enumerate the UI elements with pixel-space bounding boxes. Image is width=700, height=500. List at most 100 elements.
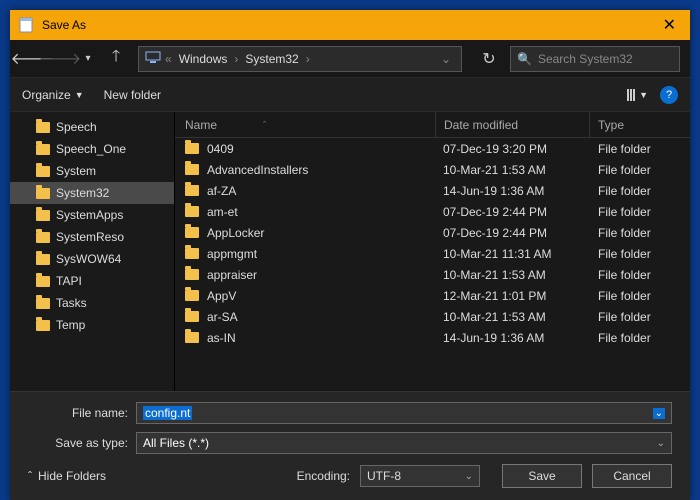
file-row[interactable]: af-ZA 14-Jun-19 1:36 AM File folder (175, 180, 690, 201)
organize-menu[interactable]: Organize▼ (22, 88, 84, 102)
file-type: File folder (598, 205, 651, 219)
folder-tree[interactable]: Speech Speech_One System System32 SystemApps… (10, 112, 175, 391)
folder-icon (185, 185, 199, 196)
folder-icon (185, 269, 199, 280)
folder-icon (185, 248, 199, 259)
tree-item[interactable]: Temp (10, 314, 174, 336)
breadcrumb-system32[interactable]: System32 (242, 52, 301, 66)
help-button[interactable]: ? (660, 86, 678, 104)
file-row[interactable]: appraiser10-Mar-21 1:53 AMFile folder (175, 264, 690, 285)
up-button[interactable]: 🡑 (104, 47, 128, 71)
column-type[interactable]: Type (590, 118, 690, 132)
file-date: 07-Dec-19 2:44 PM (443, 205, 547, 219)
column-date[interactable]: Date modified (435, 112, 590, 137)
column-name[interactable]: Nameˆ (185, 118, 435, 132)
folder-icon (36, 254, 50, 265)
file-row[interactable]: as-IN 14-Jun-19 1:36 AM File folder (175, 327, 690, 348)
breadcrumb-overflow[interactable]: « (165, 52, 172, 66)
search-input[interactable]: 🔍 Search System32 (510, 46, 680, 72)
file-type: File folder (598, 142, 651, 156)
folder-icon (36, 166, 50, 177)
tree-item[interactable]: System (10, 160, 174, 182)
folder-icon (185, 164, 199, 175)
file-name: AppV (207, 289, 236, 303)
file-date: 14-Jun-19 1:36 AM (443, 331, 544, 345)
folder-icon (185, 227, 199, 238)
tree-item[interactable]: TAPI (10, 270, 174, 292)
window-title: Save As (42, 18, 657, 32)
tree-item[interactable]: Speech_One (10, 138, 174, 160)
address-dropdown[interactable]: ⌄ (437, 52, 455, 66)
tree-item-label: SystemApps (56, 208, 123, 222)
chevron-down-icon: ⌄ (657, 438, 665, 449)
file-row[interactable]: 040907-Dec-19 3:20 PMFile folder (175, 138, 690, 159)
file-row[interactable]: ar-SA10-Mar-21 1:53 AMFile folder (175, 306, 690, 327)
tree-item-label: System (56, 164, 96, 178)
new-folder-button[interactable]: New folder (104, 88, 161, 102)
file-row[interactable]: AppV12-Mar-21 1:01 PMFile folder (175, 285, 690, 306)
file-row[interactable]: appmgmt10-Mar-21 11:31 AMFile folder (175, 243, 690, 264)
folder-icon (36, 122, 50, 133)
file-row[interactable]: am-et07-Dec-19 2:44 PMFile folder (175, 201, 690, 222)
tree-item[interactable]: SystemApps (10, 204, 174, 226)
chevron-right-icon: › (306, 52, 310, 66)
tree-item-label: SystemReso (56, 230, 124, 244)
tree-item-label: Tasks (56, 296, 87, 310)
file-name: as-IN (207, 331, 236, 345)
file-list-panel: Nameˆ Date modified Type 040907-Dec-19 3… (175, 112, 690, 391)
saveastype-select[interactable]: All Files (*.*)⌄ (136, 432, 672, 454)
file-name: AdvancedInstallers (207, 163, 308, 177)
file-type: File folder (598, 268, 651, 282)
file-type: File folder (598, 184, 651, 198)
folder-icon (185, 206, 199, 217)
encoding-select[interactable]: UTF-8⌄ (360, 465, 480, 487)
tree-item-label: SysWOW64 (56, 252, 121, 266)
file-row[interactable]: AdvancedInstallers 10-Mar-21 1:53 AM File … (175, 159, 690, 180)
file-name: AppLocker (207, 226, 264, 240)
refresh-button[interactable]: ↻ (476, 46, 502, 72)
titlebar: Save As ✕ (10, 10, 690, 40)
file-date: 10-Mar-21 1:53 AM (443, 163, 546, 177)
tree-item[interactable]: System32 (10, 182, 174, 204)
tree-item[interactable]: SystemReso (10, 226, 174, 248)
tree-item-label: Speech (56, 120, 97, 134)
search-placeholder: Search System32 (538, 52, 633, 66)
save-button[interactable]: Save (502, 464, 582, 488)
file-name: 0409 (207, 142, 234, 156)
file-type: File folder (598, 289, 651, 303)
address-bar[interactable]: « Windows › System32 › ⌄ (138, 46, 462, 72)
file-type: File folder (598, 226, 651, 240)
file-date: 14-Jun-19 1:36 AM (443, 184, 544, 198)
breadcrumb-windows[interactable]: Windows (176, 52, 231, 66)
tree-item[interactable]: Speech (10, 116, 174, 138)
file-row[interactable]: AppLocker07-Dec-19 2:44 PMFile folder (175, 222, 690, 243)
folder-icon (185, 290, 199, 301)
dialog-body: Speech Speech_One System System32 SystemApps… (10, 112, 690, 391)
folder-icon (36, 276, 50, 287)
file-name: appmgmt (207, 247, 257, 261)
recent-dropdown[interactable]: ▾ (76, 47, 100, 71)
file-type: File folder (598, 163, 651, 177)
list-header: Nameˆ Date modified Type (175, 112, 690, 138)
view-button[interactable]: ▼ (627, 89, 648, 101)
hide-folders-button[interactable]: ˆHide Folders (28, 469, 106, 483)
file-name: ar-SA (207, 310, 238, 324)
file-type: File folder (598, 331, 651, 345)
chevron-up-icon: ˆ (28, 469, 32, 483)
notepad-icon (18, 17, 34, 33)
file-list[interactable]: 040907-Dec-19 3:20 PMFile folderAdvanced… (175, 138, 690, 391)
folder-icon (36, 232, 50, 243)
tree-item[interactable]: SysWOW64 (10, 248, 174, 270)
file-name: af-ZA (207, 184, 236, 198)
filename-input[interactable]: config.nt⌄ (136, 402, 672, 424)
filename-label: File name: (28, 406, 128, 420)
file-date: 10-Mar-21 11:31 AM (443, 247, 552, 261)
nav-bar: 🡐 🡒 ▾ 🡑 « Windows › System32 › ⌄ ↻ 🔍 Sea… (10, 40, 690, 78)
filename-dropdown[interactable]: ⌄ (653, 408, 665, 419)
folder-icon (185, 311, 199, 322)
forward-button[interactable]: 🡒 (48, 47, 72, 71)
cancel-button[interactable]: Cancel (592, 464, 672, 488)
tree-item[interactable]: Tasks (10, 292, 174, 314)
close-button[interactable]: ✕ (657, 15, 682, 35)
file-date: 10-Mar-21 1:53 AM (443, 268, 546, 282)
